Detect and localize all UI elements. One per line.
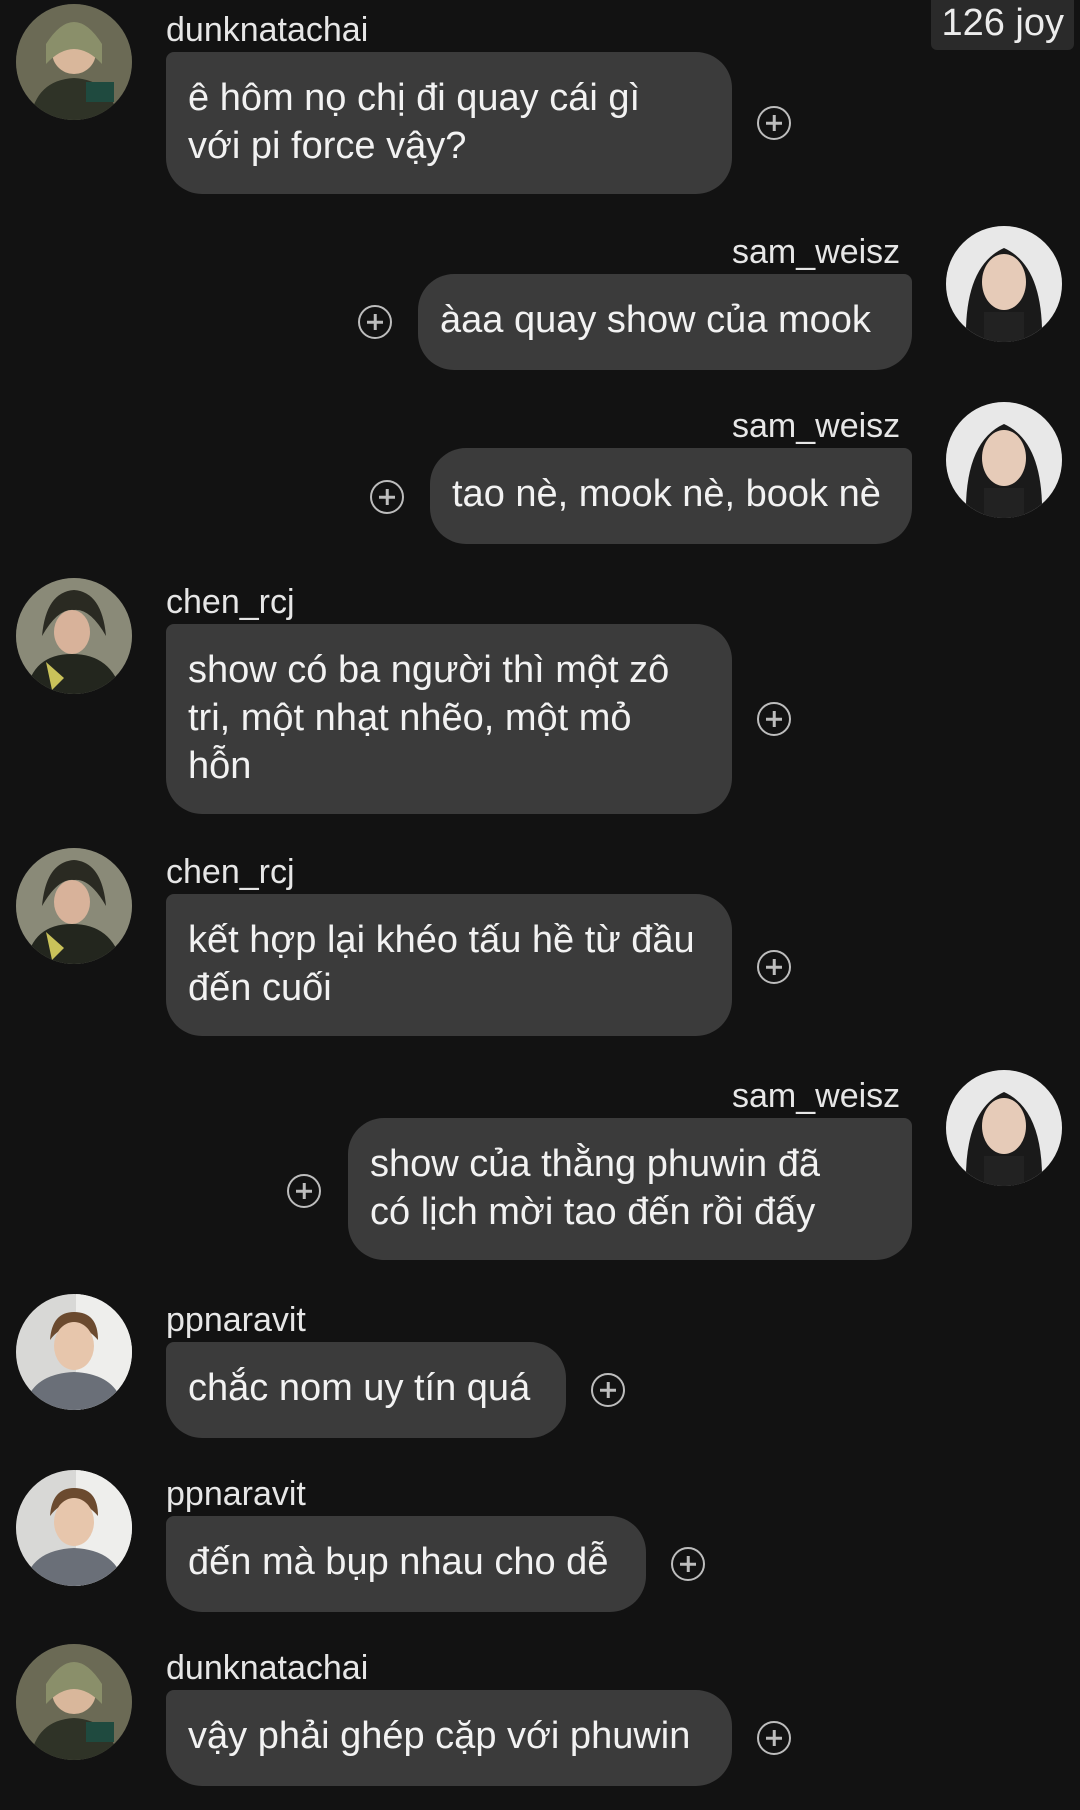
message-text: show có ba người thì một zô [188,649,670,691]
add-reaction-icon[interactable] [757,702,791,736]
message-text: hỗn [188,745,252,787]
add-reaction-icon[interactable] [370,480,404,514]
message-bubble[interactable]: ê hôm nọ chị đi quay cái gì với pi force… [166,52,732,194]
message-bubble[interactable]: tao nè, mook nè, book nè [430,448,912,544]
username: sam_weisz [732,407,901,445]
message-text: tri, một nhạt nhẽo, một mỏ [188,697,632,739]
username: ppnaravit [166,1301,306,1339]
message-bubble[interactable]: vậy phải ghép cặp với phuwin [166,1690,732,1786]
message-text: vậy phải ghép cặp với phuwin [188,1715,691,1757]
message-bubble[interactable]: show của thằng phuwin đã có lịch mời tao… [348,1118,912,1260]
username: dunknatachai [166,1649,369,1687]
message-bubble[interactable]: show có ba người thì một zô tri, một nhạ… [166,624,732,814]
avatar[interactable] [946,1070,1062,1186]
add-reaction-icon[interactable] [757,106,791,140]
username: ppnaravit [166,1475,306,1513]
add-reaction-icon[interactable] [358,305,392,339]
message-text: show của thằng phuwin đã [370,1143,820,1185]
avatar[interactable] [946,402,1062,518]
message-text: có lịch mời tao đến rồi đấy [370,1191,816,1233]
message-text: kết hợp lại khéo tấu hề từ đầu [188,919,695,961]
message-text: đến mà bụp nhau cho dễ [188,1541,609,1583]
avatar[interactable] [16,1294,132,1410]
avatar[interactable] [16,1644,132,1760]
avatar[interactable] [16,578,132,694]
username: sam_weisz [732,233,901,271]
message-text: tao nè, mook nè, book nè [452,473,881,515]
add-reaction-icon[interactable] [287,1174,321,1208]
avatar[interactable] [16,4,132,120]
avatar[interactable] [16,848,132,964]
message-bubble[interactable]: đến mà bụp nhau cho dễ [166,1516,646,1612]
username: dunknatachai [166,11,369,49]
add-reaction-icon[interactable] [591,1373,625,1407]
add-reaction-icon[interactable] [671,1547,705,1581]
add-reaction-icon[interactable] [757,950,791,984]
message-text: với pi force vậy? [188,125,467,167]
message-bubble[interactable]: àaa quay show của mook [418,274,912,370]
message-bubble[interactable]: kết hợp lại khéo tấu hề từ đầu đến cuối [166,894,732,1036]
message-text: đến cuối [188,967,332,1009]
avatar[interactable] [16,1470,132,1586]
message-text: ê hôm nọ chị đi quay cái gì [188,77,641,119]
username: sam_weisz [732,1077,901,1115]
joy-badge: 126 joy [931,0,1074,50]
username: chen_rcj [166,853,295,891]
username: chen_rcj [166,583,295,621]
message-text: chắc nom uy tín quá [188,1367,531,1409]
message-text: àaa quay show của mook [440,299,871,341]
add-reaction-icon[interactable] [757,1721,791,1755]
message-bubble[interactable]: chắc nom uy tín quá [166,1342,566,1438]
avatar[interactable] [946,226,1062,342]
